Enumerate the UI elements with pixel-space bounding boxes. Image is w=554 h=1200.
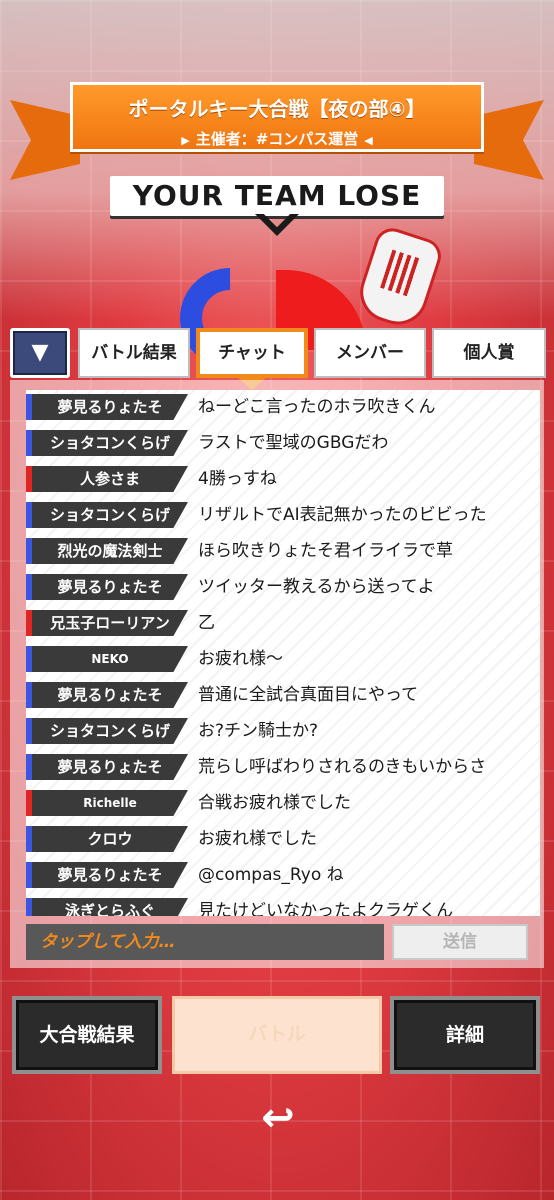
chat-message: ショタコンくらげ リザルトでAI表記無かったのビビった	[26, 502, 540, 530]
chat-message: Richelle 合戦お疲れ様でした	[26, 790, 540, 818]
chat-message: 夢見るりょたそ 普通に全試合真面目にやって	[26, 682, 540, 710]
message-text: 見たけどいなかったよクラゲくん	[198, 901, 453, 916]
sender-name: 夢見るりょたそ	[26, 754, 188, 780]
tab-individual-awards[interactable]: 個人賞	[432, 328, 546, 378]
chat-message: ショタコンくらげ ラストで聖域のGBGだわ	[26, 430, 540, 458]
chat-message: NEKO お疲れ様〜	[26, 646, 540, 674]
event-organizer: ▶ 主催者：#コンパス運営 ◀	[73, 128, 481, 149]
details-button[interactable]: 詳細	[390, 996, 540, 1074]
arrow-left-icon: ◀	[364, 134, 373, 147]
chat-message: 兄玉子ローリアン 乙	[26, 610, 540, 638]
chat-message: 泳ぎとらふぐ 見たけどいなかったよクラゲくん	[26, 898, 540, 916]
tab-battle-result[interactable]: バトル結果	[78, 328, 190, 378]
chat-message-list[interactable]: 夢見るりょたそ ねーどこ言ったのホラ吹きくん ショタコンくらげ ラストで聖域のG…	[26, 390, 540, 916]
result-tabs: ▼ バトル結果 チャット メンバー 個人賞	[10, 328, 546, 390]
sender-name: Richelle	[26, 790, 188, 816]
back-icon[interactable]: ↩	[254, 1096, 302, 1140]
sender-name: NEKO	[26, 646, 188, 672]
sender-name: ショタコンくらげ	[26, 718, 188, 744]
sender-name: 人参さま	[26, 466, 188, 492]
message-text: @compas_Ryo ね	[198, 865, 344, 885]
message-text: ほら吹きりょたそ君イライラで草	[198, 541, 453, 561]
chat-message: 人参さま 4勝っすね	[26, 466, 540, 494]
sender-name: ショタコンくらげ	[26, 430, 188, 456]
collapse-dropdown-button[interactable]: ▼	[10, 328, 70, 378]
message-text: 4勝っすね	[198, 469, 277, 489]
arrow-right-icon: ▶	[181, 134, 190, 147]
sender-name: 兄玉子ローリアン	[26, 610, 188, 636]
chat-message: 烈光の魔法剣士 ほら吹きりょたそ君イライラで草	[26, 538, 540, 566]
message-text: ラストで聖域のGBGだわ	[198, 433, 389, 453]
sender-name: ショタコンくらげ	[26, 502, 188, 528]
message-text: 乙	[198, 613, 215, 633]
message-text: リザルトでAI表記無かったのビビった	[198, 505, 487, 525]
message-text: お?チン騎士か?	[198, 721, 319, 741]
sender-name: 夢見るりょたそ	[26, 682, 188, 708]
sender-name: 泳ぎとらふぐ	[26, 898, 188, 916]
chat-message: 夢見るりょたそ ねーどこ言ったのホラ吹きくん	[26, 394, 540, 422]
message-text: お疲れ様でした	[198, 829, 317, 849]
result-heading: YOUR TEAM LOSE	[110, 176, 444, 216]
tab-members[interactable]: メンバー	[314, 328, 426, 378]
chat-message: ショタコンくらげ お?チン騎士か?	[26, 718, 540, 746]
event-title: ポータルキー大合戦【夜の部④】	[128, 97, 426, 121]
message-text: 普通に全試合真面目にやって	[198, 685, 419, 705]
sender-name: クロウ	[26, 826, 188, 852]
organizer-label: 主催者：#コンパス運営	[195, 130, 359, 148]
message-text: 合戦お疲れ様でした	[198, 793, 351, 813]
tab-chat[interactable]: チャット	[196, 328, 308, 390]
chat-input[interactable]: タップして入力…	[26, 924, 384, 960]
sender-name: 烈光の魔法剣士	[26, 538, 188, 564]
message-text: ツイッター教えるから送ってよ	[198, 577, 435, 597]
battle-button[interactable]: バトル	[172, 996, 382, 1074]
chat-message: 夢見るりょたそ 荒らし呼ばわりされるのきもいからさ	[26, 754, 540, 782]
chat-message: クロウ お疲れ様でした	[26, 826, 540, 854]
sender-name: 夢見るりょたそ	[26, 862, 188, 888]
chat-message: 夢見るりょたそ @compas_Ryo ね	[26, 862, 540, 890]
message-text: 荒らし呼ばわりされるのきもいからさ	[198, 757, 487, 777]
chat-message: 夢見るりょたそ ツイッター教えるから送ってよ	[26, 574, 540, 602]
send-button[interactable]: 送信	[392, 924, 528, 960]
message-text: お疲れ様〜	[198, 649, 283, 669]
message-text: ねーどこ言ったのホラ吹きくん	[198, 397, 436, 417]
event-banner: ポータルキー大合戦【夜の部④】 ▶ 主催者：#コンパス運営 ◀	[70, 82, 484, 152]
chat-panel: 夢見るりょたそ ねーどこ言ったのホラ吹きくん ショタコンくらげ ラストで聖域のG…	[10, 380, 544, 968]
grand-battle-result-button[interactable]: 大合戦結果	[12, 996, 162, 1074]
sender-name: 夢見るりょたそ	[26, 394, 188, 420]
sender-name: 夢見るりょたそ	[26, 574, 188, 600]
